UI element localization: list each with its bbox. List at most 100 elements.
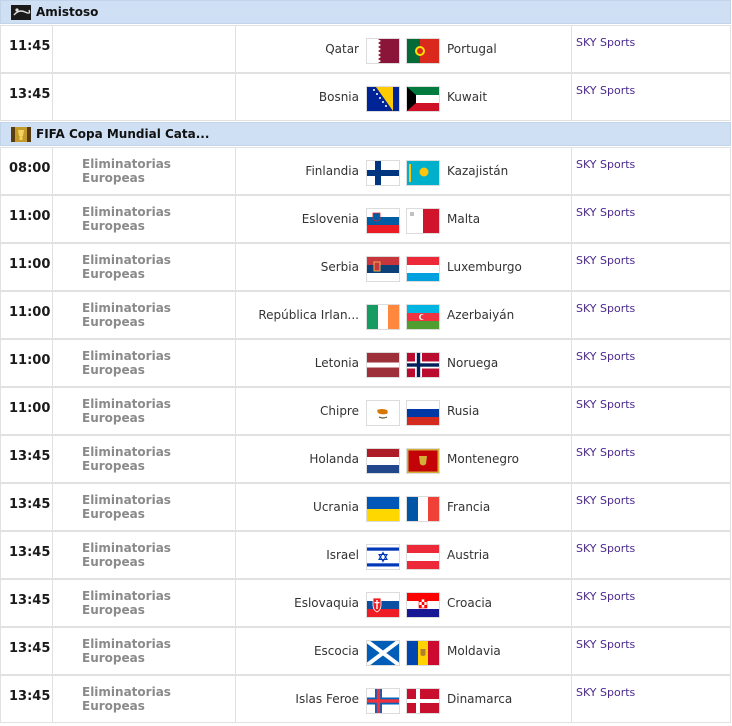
tv-channel-link[interactable]: SKY Sports [576, 350, 635, 363]
away-team[interactable]: Austria [447, 548, 489, 562]
match-row[interactable]: 11:00 Eliminatorias Europeas Eslovenia Malt… [0, 195, 731, 243]
competition-cell: Eliminatorias Europeas [53, 628, 236, 674]
home-team[interactable]: Escocia [314, 644, 359, 658]
match-row[interactable]: 13:45 Eliminatorias Europeas Escocia Moldav… [0, 627, 731, 675]
away-team[interactable]: Kuwait [447, 90, 487, 104]
home-team[interactable]: Ucrania [313, 500, 359, 514]
competition-name: Eliminatorias Europeas [82, 685, 171, 713]
kickoff-time: 11:00 [9, 305, 51, 320]
time-cell: 13:45 [1, 484, 53, 530]
kickoff-time: 11:00 [9, 353, 51, 368]
teams-cell: Qatar Portugal [236, 26, 572, 72]
competition-name: Eliminatorias Europeas [82, 589, 171, 617]
montenegro-flag-icon [407, 449, 439, 473]
match-row[interactable]: 13:45 Eliminatorias Europeas Eslovaquia Cro… [0, 579, 731, 627]
teams-cell: Chipre Rusia [236, 388, 572, 434]
competition-name: Eliminatorias Europeas [82, 493, 171, 521]
competition-cell [53, 26, 236, 72]
tv-channel-link[interactable]: SKY Sports [576, 638, 635, 651]
away-team[interactable]: Rusia [447, 404, 479, 418]
match-row[interactable]: 13:45 Bosnia Kuwait SKY Sports [0, 73, 731, 121]
competition-cell: Eliminatorias Europeas [53, 244, 236, 290]
time-cell: 11:00 [1, 388, 53, 434]
tv-channel-link[interactable]: SKY Sports [576, 254, 635, 267]
match-row[interactable]: 13:45 Eliminatorias Europeas Holanda Monten… [0, 435, 731, 483]
away-team[interactable]: Dinamarca [447, 692, 512, 706]
tv-channel-link[interactable]: SKY Sports [576, 206, 635, 219]
home-team[interactable]: Letonia [315, 356, 359, 370]
match-row[interactable]: 11:45 Qatar Portugal SKY Sports [0, 25, 731, 73]
tv-channel-link[interactable]: SKY Sports [576, 542, 635, 555]
tv-channel-link[interactable]: SKY Sports [576, 398, 635, 411]
teams-cell: Bosnia Kuwait [236, 74, 572, 120]
tv-channel-link[interactable]: SKY Sports [576, 686, 635, 699]
home-team[interactable]: Finlandia [305, 164, 359, 178]
away-team[interactable]: Noruega [447, 356, 498, 370]
away-team[interactable]: Croacia [447, 596, 492, 610]
away-team[interactable]: Luxemburgo [447, 260, 522, 274]
latvia-flag-icon [367, 353, 399, 377]
teams-cell: Holanda Montenegro [236, 436, 572, 482]
match-row[interactable]: 13:45 Eliminatorias Europeas Islas Feroe Di… [0, 675, 731, 723]
tv-channel-link[interactable]: SKY Sports [576, 36, 635, 49]
cyprus-flag-icon [367, 401, 399, 425]
kickoff-time: 13:45 [9, 87, 51, 102]
competition-header[interactable]: FIFA Copa Mundial Cata... [0, 122, 731, 146]
match-row[interactable]: 08:00 Eliminatorias Europeas Finlandia Kaza… [0, 147, 731, 195]
home-team[interactable]: Holanda [309, 452, 359, 466]
competition-cell: Eliminatorias Europeas [53, 292, 236, 338]
home-team[interactable]: Serbia [321, 260, 359, 274]
time-cell: 13:45 [1, 532, 53, 578]
teams-cell: Islas Feroe Dinamarca [236, 676, 572, 722]
world-cup-icon [11, 126, 31, 142]
kickoff-time: 11:00 [9, 209, 51, 224]
ireland-flag-icon [367, 305, 399, 329]
away-team[interactable]: Francia [447, 500, 490, 514]
tv-channel-link[interactable]: SKY Sports [576, 302, 635, 315]
netherlands-flag-icon [367, 449, 399, 473]
match-row[interactable]: 13:45 Eliminatorias Europeas Israel Austria… [0, 531, 731, 579]
match-row[interactable]: 13:45 Eliminatorias Europeas Ucrania Franci… [0, 483, 731, 531]
kickoff-time: 13:45 [9, 641, 51, 656]
away-team[interactable]: Portugal [447, 42, 497, 56]
home-team[interactable]: Islas Feroe [295, 692, 359, 706]
competition-title: FIFA Copa Mundial Cata... [36, 127, 210, 141]
home-team[interactable]: República Irlan... [258, 308, 359, 322]
competition-header[interactable]: Amistoso [0, 0, 731, 24]
time-cell: 13:45 [1, 580, 53, 626]
home-team[interactable]: Eslovenia [302, 212, 359, 226]
time-cell: 11:00 [1, 340, 53, 386]
norway-flag-icon [407, 353, 439, 377]
match-row[interactable]: 11:00 Eliminatorias Europeas Letonia Norueg… [0, 339, 731, 387]
portugal-flag-icon [407, 39, 439, 63]
kickoff-time: 13:45 [9, 497, 51, 512]
home-team[interactable]: Chipre [320, 404, 359, 418]
competition-title: Amistoso [36, 5, 99, 19]
match-schedule: Amistoso 11:45 Qatar Portugal SKY Sports 13:4… [0, 0, 732, 726]
away-team[interactable]: Kazajistán [447, 164, 508, 178]
tv-channel-link[interactable]: SKY Sports [576, 590, 635, 603]
tv-channel-link[interactable]: SKY Sports [576, 446, 635, 459]
moldova-flag-icon [407, 641, 439, 665]
time-cell: 13:45 [1, 676, 53, 722]
home-team[interactable]: Israel [326, 548, 359, 562]
away-team[interactable]: Azerbaiyán [447, 308, 514, 322]
competition-name: Eliminatorias Europeas [82, 205, 171, 233]
tv-channel-link[interactable]: SKY Sports [576, 84, 635, 97]
home-team[interactable]: Eslovaquia [294, 596, 359, 610]
azerbaijan-flag-icon [407, 305, 439, 329]
competition-cell: Eliminatorias Europeas [53, 532, 236, 578]
croatia-flag-icon [407, 593, 439, 617]
home-team[interactable]: Bosnia [319, 90, 359, 104]
teams-cell: Letonia Noruega [236, 340, 572, 386]
tv-channel-link[interactable]: SKY Sports [576, 158, 635, 171]
away-team[interactable]: Montenegro [447, 452, 519, 466]
kickoff-time: 13:45 [9, 689, 51, 704]
match-row[interactable]: 11:00 Eliminatorias Europeas Serbia Luxembu… [0, 243, 731, 291]
tv-channel-link[interactable]: SKY Sports [576, 494, 635, 507]
home-team[interactable]: Qatar [325, 42, 359, 56]
match-row[interactable]: 11:00 Eliminatorias Europeas República Irl… [0, 291, 731, 339]
away-team[interactable]: Malta [447, 212, 480, 226]
match-row[interactable]: 11:00 Eliminatorias Europeas Chipre Rusia SK… [0, 387, 731, 435]
away-team[interactable]: Moldavia [447, 644, 501, 658]
